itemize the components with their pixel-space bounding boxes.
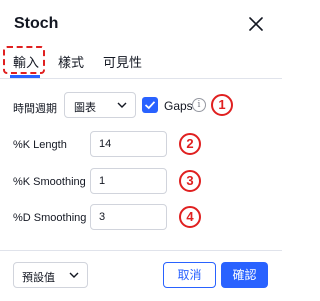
- defaults-label: 預設值: [22, 272, 55, 284]
- d-smoothing-input[interactable]: 3: [90, 204, 167, 230]
- timeframe-row: 時間週期 圖表 Gaps i 1: [0, 91, 282, 121]
- defaults-dropdown[interactable]: 預設值: [13, 262, 88, 288]
- stoch-settings-dialog: Stoch 輸入 樣式 可見性 時間週期 圖表 Gaps i 1 %K Leng…: [0, 0, 282, 300]
- chevron-down-icon: [69, 272, 79, 278]
- tab-inputs[interactable]: 輸入: [13, 52, 39, 71]
- annotation-badge-1: 1: [211, 94, 233, 116]
- active-tab-indicator: [10, 75, 40, 78]
- ok-button[interactable]: 確認: [221, 262, 268, 288]
- d-smoothing-row: %D Smoothing 3 4: [0, 203, 282, 233]
- chevron-down-icon: [117, 102, 127, 108]
- dialog-header: Stoch: [0, 0, 282, 44]
- tab-style[interactable]: 樣式: [58, 52, 84, 71]
- k-length-label: %K Length: [13, 139, 67, 151]
- info-icon[interactable]: i: [192, 98, 206, 112]
- annotation-badge-2: 2: [179, 133, 201, 155]
- tab-bar: 輸入 樣式 可見性: [0, 44, 282, 79]
- annotation-badge-3: 3: [179, 170, 201, 192]
- k-length-row: %K Length 14 2: [0, 130, 282, 160]
- timeframe-value: 圖表: [74, 102, 96, 114]
- dialog-footer: 預設值 取消 確認: [0, 250, 282, 301]
- close-icon[interactable]: [248, 16, 264, 32]
- gaps-checkbox[interactable]: [142, 97, 158, 113]
- timeframe-label: 時間週期: [13, 103, 57, 115]
- timeframe-select[interactable]: 圖表: [64, 92, 136, 118]
- k-smoothing-row: %K Smoothing 1 3: [0, 167, 282, 197]
- annotation-badge-4: 4: [179, 206, 201, 228]
- gaps-label: Gaps: [164, 99, 193, 113]
- k-smoothing-label: %K Smoothing: [13, 176, 86, 188]
- k-smoothing-input[interactable]: 1: [90, 168, 167, 194]
- check-icon: [144, 101, 156, 110]
- tab-visibility[interactable]: 可見性: [103, 52, 142, 71]
- dialog-title: Stoch: [14, 15, 59, 32]
- d-smoothing-label: %D Smoothing: [13, 212, 87, 224]
- k-length-input[interactable]: 14: [90, 131, 167, 157]
- cancel-button[interactable]: 取消: [163, 262, 216, 288]
